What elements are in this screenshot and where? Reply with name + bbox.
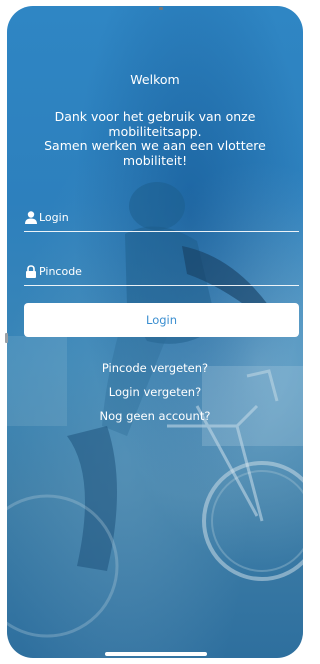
- device-frame: Welkom Dank voor het gebruik van onze mo…: [0, 0, 309, 664]
- pincode-field[interactable]: [24, 260, 299, 286]
- intro-line: Samen werken we aan een vlottere: [44, 138, 266, 153]
- intro-line: mobiliteit!: [122, 152, 188, 168]
- intro-line: mobiliteitsapp.: [108, 123, 202, 139]
- welcome-title: Welkom: [130, 72, 180, 87]
- forgot-pincode-link[interactable]: Pincode vergeten?: [7, 361, 303, 375]
- login-content: Welkom Dank voor het gebruik van onze mo…: [7, 6, 303, 658]
- intro-line: Dank voor het gebruik van onze: [54, 109, 256, 124]
- lock-icon: [26, 265, 36, 278]
- login-field[interactable]: [24, 206, 299, 232]
- login-screen: Welkom Dank voor het gebruik van onze mo…: [7, 6, 303, 658]
- login-button[interactable]: Login: [24, 303, 299, 337]
- device-side-button: [5, 333, 8, 343]
- home-indicator[interactable]: [105, 652, 207, 656]
- device-top-mark: [159, 7, 163, 10]
- user-icon: [25, 211, 37, 224]
- create-account-link[interactable]: Nog geen account?: [7, 409, 303, 423]
- pincode-input[interactable]: [39, 262, 289, 280]
- forgot-login-link[interactable]: Login vergeten?: [7, 385, 303, 399]
- intro-text: Dank voor het gebruik van onze mobilitei…: [27, 109, 283, 168]
- login-input[interactable]: [39, 208, 289, 226]
